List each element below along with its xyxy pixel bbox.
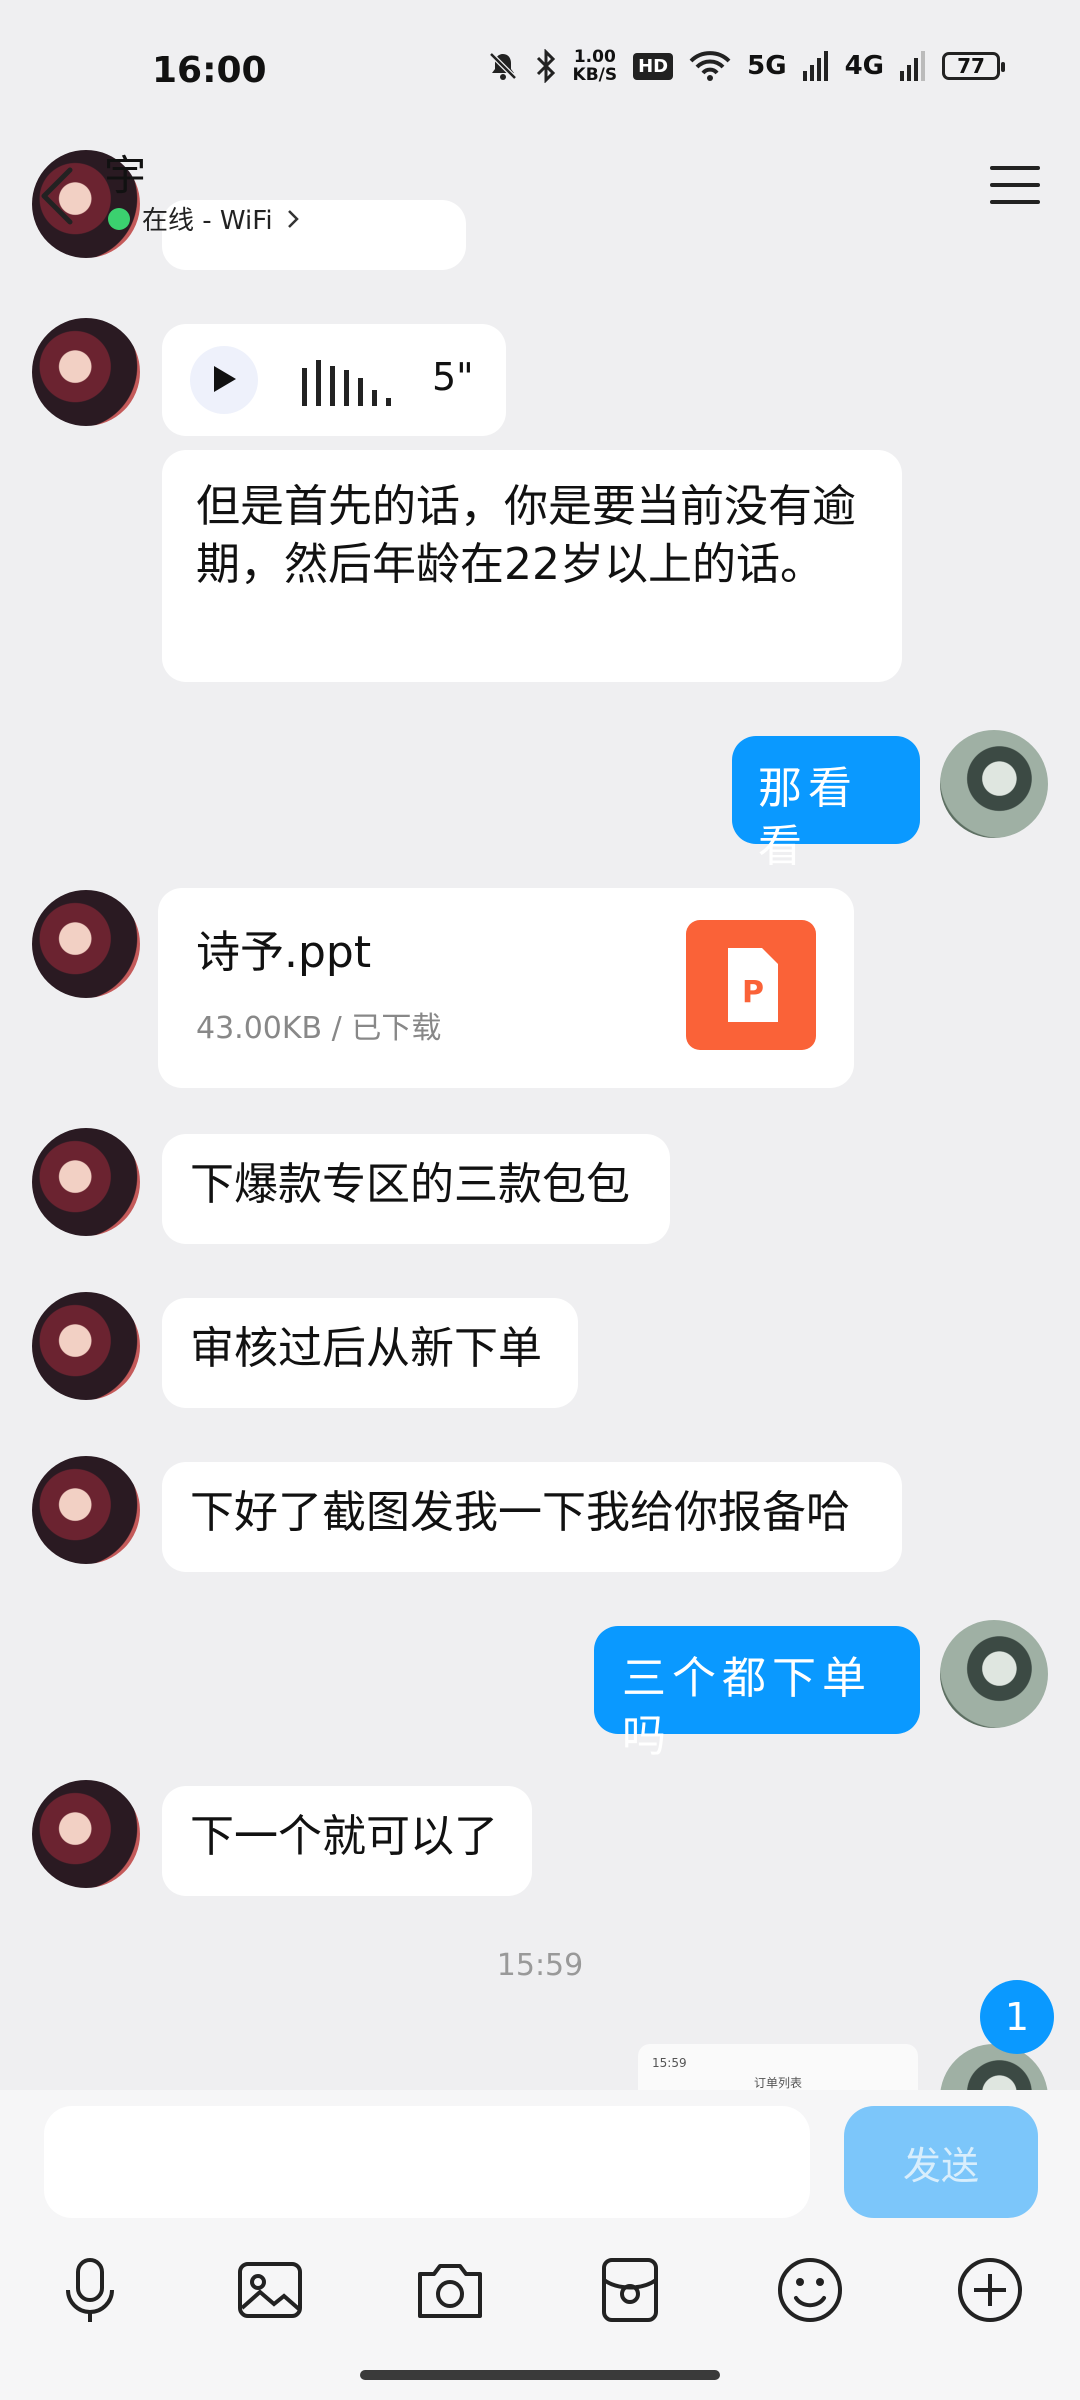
plus-icon[interactable] (950, 2250, 1030, 2330)
avatar[interactable] (32, 890, 140, 998)
file-message[interactable]: 诗予.ppt 43.00KB / 已下载 P (158, 888, 854, 1088)
message-text: 审核过后从新下单 (190, 1323, 542, 1374)
message-bubble[interactable]: 下好了截图发我一下我给你报备哈 (162, 1462, 902, 1572)
thumb-title: 订单列表 (753, 2076, 802, 2090)
image-icon[interactable] (230, 2250, 310, 2330)
message-timestamp: 15:59 (496, 1948, 584, 1983)
online-status[interactable]: 在线 - WiFi (108, 200, 301, 237)
message-bubble[interactable]: 审核过后从新下单 (162, 1298, 578, 1408)
my-avatar[interactable] (940, 1620, 1048, 1728)
menu-icon[interactable] (988, 160, 1042, 210)
message-text: 那看看 (758, 763, 858, 872)
avatar[interactable] (32, 1780, 140, 1888)
ppt-file-icon: P (686, 920, 816, 1050)
chevron-right-icon (287, 209, 299, 228)
file-badge: P (742, 975, 764, 1010)
message-text: 下一个就可以了 (190, 1811, 498, 1862)
input-toolbar (0, 2250, 1080, 2340)
my-avatar[interactable] (940, 730, 1048, 838)
image-message-thumbnail[interactable]: 15:59 订单列表 (638, 2044, 918, 2090)
message-list[interactable]: 5" 但是首先的话，你是要当前没有逾期，然后年龄在22岁以上的话。 那看看 诗予… (0, 0, 1080, 2090)
play-icon[interactable] (190, 346, 258, 414)
red-packet-icon[interactable] (590, 2250, 670, 2330)
input-area: 发送 (0, 2090, 1080, 2400)
message-bubble[interactable]: 但是首先的话，你是要当前没有逾期，然后年龄在22岁以上的话。 (162, 450, 902, 682)
message-input[interactable] (44, 2106, 810, 2218)
message-text: 下好了截图发我一下我给你报备哈 (190, 1487, 850, 1538)
my-message-bubble[interactable]: 那看看 (732, 736, 920, 872)
emoji-icon[interactable] (770, 2250, 850, 2330)
unread-badge[interactable]: 1 (980, 1980, 1054, 2054)
avatar[interactable] (32, 1292, 140, 1400)
message-text: 三个都下单吗 (622, 1653, 872, 1762)
file-name: 诗予.ppt (196, 927, 372, 978)
contact-name[interactable]: 宇 (104, 142, 146, 203)
voice-duration: 5" (432, 355, 474, 399)
send-button[interactable]: 发送 (844, 2106, 1038, 2218)
microphone-icon[interactable] (50, 2250, 130, 2330)
chat-header: 宇 在线 - WiFi (0, 140, 1080, 250)
home-indicator[interactable] (360, 2370, 720, 2380)
message-text: 但是首先的话，你是要当前没有逾期，然后年龄在22岁以上的话。 (196, 481, 856, 590)
voice-message[interactable]: 5" (162, 324, 506, 436)
online-status-text: 在线 - WiFi (142, 206, 273, 236)
thumb-time: 15:59 (652, 2056, 687, 2070)
message-text: 下爆款专区的三款包包 (190, 1159, 630, 1210)
message-bubble[interactable]: 下爆款专区的三款包包 (162, 1134, 670, 1244)
message-bubble[interactable]: 下一个就可以了 (162, 1786, 532, 1896)
my-message-bubble[interactable]: 三个都下单吗 (594, 1626, 920, 1762)
online-dot (108, 207, 130, 230)
avatar[interactable] (32, 1456, 140, 1564)
avatar[interactable] (32, 318, 140, 426)
back-arrow-icon[interactable] (32, 156, 92, 236)
camera-icon[interactable] (410, 2250, 490, 2330)
file-meta: 43.00KB / 已下载 (196, 1011, 442, 1046)
avatar[interactable] (32, 1128, 140, 1236)
voice-wave-icon (302, 360, 391, 406)
